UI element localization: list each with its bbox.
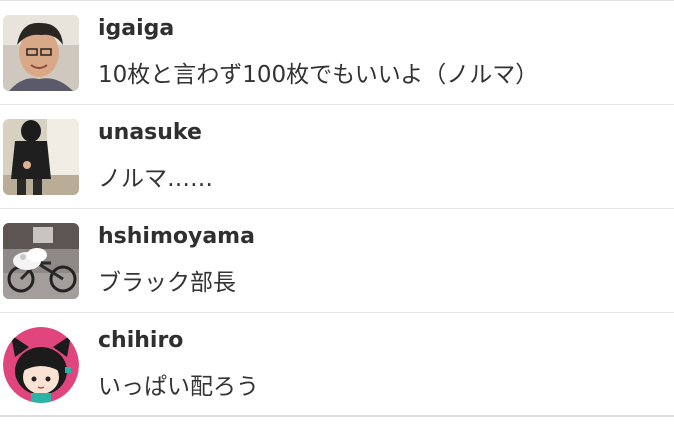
username[interactable]: igaiga xyxy=(98,16,174,41)
username[interactable]: chihiro xyxy=(98,328,183,353)
username[interactable]: unasuke xyxy=(98,120,202,145)
bicycle-photo-icon[interactable] xyxy=(3,223,79,299)
cat-ear-character-icon[interactable] xyxy=(3,327,79,403)
comment-item[interactable]: unasuke ノルマ…… xyxy=(0,105,674,209)
comment-text: ノルマ…… xyxy=(98,166,213,192)
comment-list: igaiga 10枚と言わず100枚でもいいよ（ノルマ） unasuke ノルマ… xyxy=(0,0,674,424)
user-photo-icon[interactable] xyxy=(3,15,79,91)
comment-text: いっぱい配ろう xyxy=(98,374,259,400)
comment-item[interactable]: chihiro いっぱい配ろう xyxy=(0,313,674,417)
comment-item[interactable]: igaiga 10枚と言わず100枚でもいいよ（ノルマ） xyxy=(0,1,674,105)
user-photo-icon[interactable] xyxy=(3,119,79,195)
comment-text: 10枚と言わず100枚でもいいよ（ノルマ） xyxy=(98,62,539,88)
comment-item[interactable]: hshimoyama ブラック部長 xyxy=(0,209,674,313)
username[interactable]: hshimoyama xyxy=(98,224,255,249)
comment-text: ブラック部長 xyxy=(98,270,236,296)
